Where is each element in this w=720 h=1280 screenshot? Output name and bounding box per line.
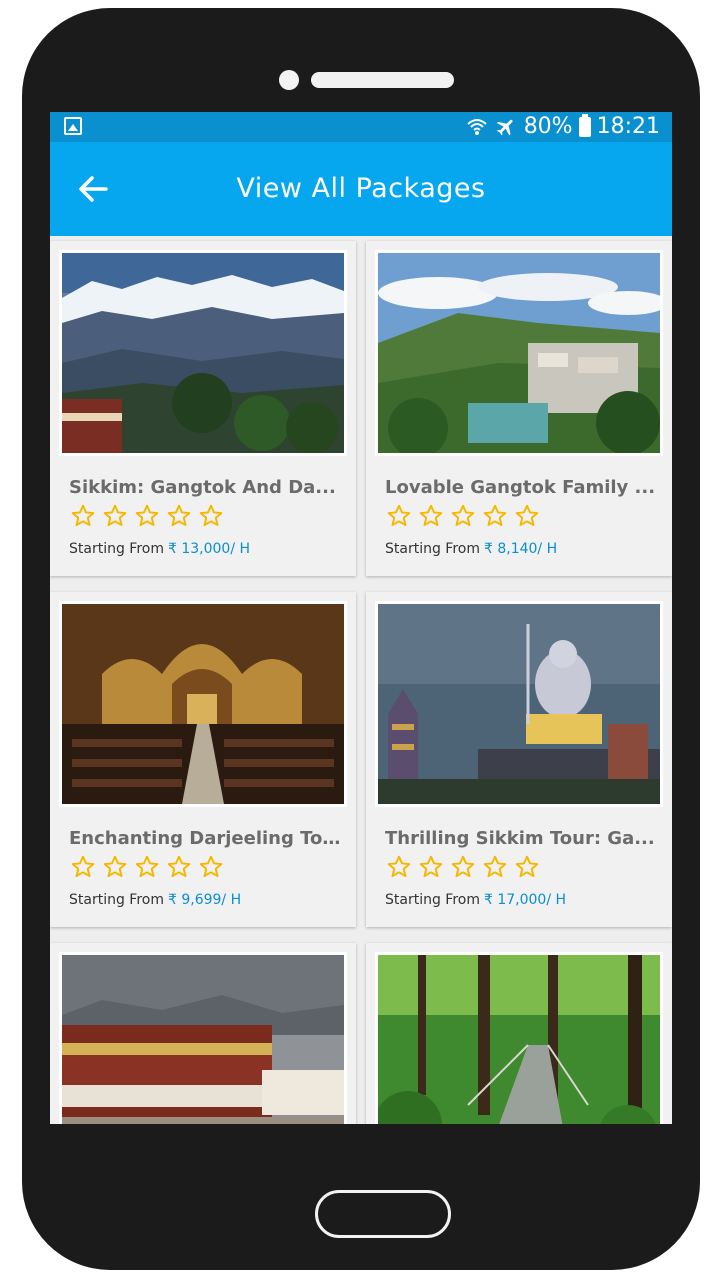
star-outline-icon — [387, 855, 411, 877]
star-outline-icon — [103, 855, 127, 877]
package-price: ₹ 8,140/ H — [484, 541, 558, 557]
package-image-hill-town — [378, 253, 660, 453]
package-title: Enchanting Darjeeling To... — [69, 828, 341, 849]
package-card[interactable]: Thrilling Sikkim Tour: Ga... Starting Fr… — [366, 592, 672, 927]
clock: 18:21 — [596, 114, 660, 139]
package-price: ₹ 9,699/ H — [168, 892, 242, 908]
rating-stars — [386, 854, 540, 880]
package-card[interactable]: Sikkim: Gangtok And Da... Starting From ₹… — [50, 241, 356, 576]
package-image-frame — [59, 952, 347, 1124]
package-card[interactable]: Enchanting Darjeeling To... Starting Fro… — [50, 592, 356, 927]
star-outline-icon — [167, 855, 191, 877]
starting-from-label: Starting From — [385, 541, 480, 557]
package-card[interactable] — [50, 943, 356, 1124]
status-bar: 80% 18:21 — [50, 112, 672, 142]
star-outline-icon — [103, 504, 127, 526]
star-outline-icon — [419, 855, 443, 877]
package-image-frame — [375, 952, 663, 1124]
star-outline-icon — [135, 504, 159, 526]
app-screen: 80% 18:21 View All Packages Sikkim: Gang… — [50, 112, 672, 1124]
price-row: Starting From ₹ 13,000/ H — [69, 541, 250, 557]
star-outline-icon — [167, 504, 191, 526]
package-image-church-interior — [62, 604, 344, 804]
wifi-icon — [467, 119, 487, 135]
package-title: Thrilling Sikkim Tour: Ga... — [385, 828, 655, 849]
star-outline-icon — [71, 855, 95, 877]
star-outline-icon — [483, 504, 507, 526]
star-outline-icon — [515, 855, 539, 877]
gallery-icon — [64, 117, 82, 135]
package-image-frame — [375, 250, 663, 456]
package-card[interactable] — [366, 943, 672, 1124]
package-image-shiva-statue — [378, 604, 660, 804]
rating-stars — [386, 503, 540, 529]
starting-from-label: Starting From — [69, 892, 164, 908]
front-camera — [279, 70, 299, 90]
starting-from-label: Starting From — [385, 892, 480, 908]
battery-percent: 80% — [523, 114, 573, 139]
star-outline-icon — [71, 504, 95, 526]
package-image-frame — [59, 601, 347, 807]
rating-stars — [70, 854, 224, 880]
arrow-left-icon[interactable] — [72, 168, 114, 210]
status-right-group: 80% 18:21 — [466, 112, 660, 142]
star-outline-icon — [419, 504, 443, 526]
star-outline-icon — [515, 504, 539, 526]
page-title: View All Packages — [236, 173, 486, 204]
price-row: Starting From ₹ 8,140/ H — [385, 541, 557, 557]
airplane-icon — [496, 119, 513, 136]
package-title: Lovable Gangtok Family ... — [385, 477, 656, 498]
battery-icon — [578, 114, 591, 137]
rating-stars — [70, 503, 224, 529]
package-image-forest-bridge — [378, 955, 660, 1124]
price-row: Starting From ₹ 9,699/ H — [69, 892, 241, 908]
starting-from-label: Starting From — [69, 541, 164, 557]
price-row: Starting From ₹ 17,000/ H — [385, 892, 566, 908]
home-button[interactable] — [315, 1190, 451, 1238]
package-image-frame — [375, 601, 663, 807]
star-outline-icon — [199, 855, 223, 877]
package-price: ₹ 17,000/ H — [484, 892, 567, 908]
app-bar: View All Packages — [50, 142, 672, 236]
star-outline-icon — [387, 504, 411, 526]
package-card[interactable]: Lovable Gangtok Family ... Starting From… — [366, 241, 672, 576]
package-image-frame — [59, 250, 347, 456]
star-outline-icon — [451, 855, 475, 877]
star-outline-icon — [483, 855, 507, 877]
star-outline-icon — [135, 855, 159, 877]
star-outline-icon — [451, 504, 475, 526]
package-image-mountains — [62, 253, 344, 453]
package-price: ₹ 13,000/ H — [168, 541, 251, 557]
earpiece-speaker — [311, 72, 454, 88]
star-outline-icon — [199, 504, 223, 526]
package-image-monastery — [62, 955, 344, 1124]
package-title: Sikkim: Gangtok And Da... — [69, 477, 336, 498]
